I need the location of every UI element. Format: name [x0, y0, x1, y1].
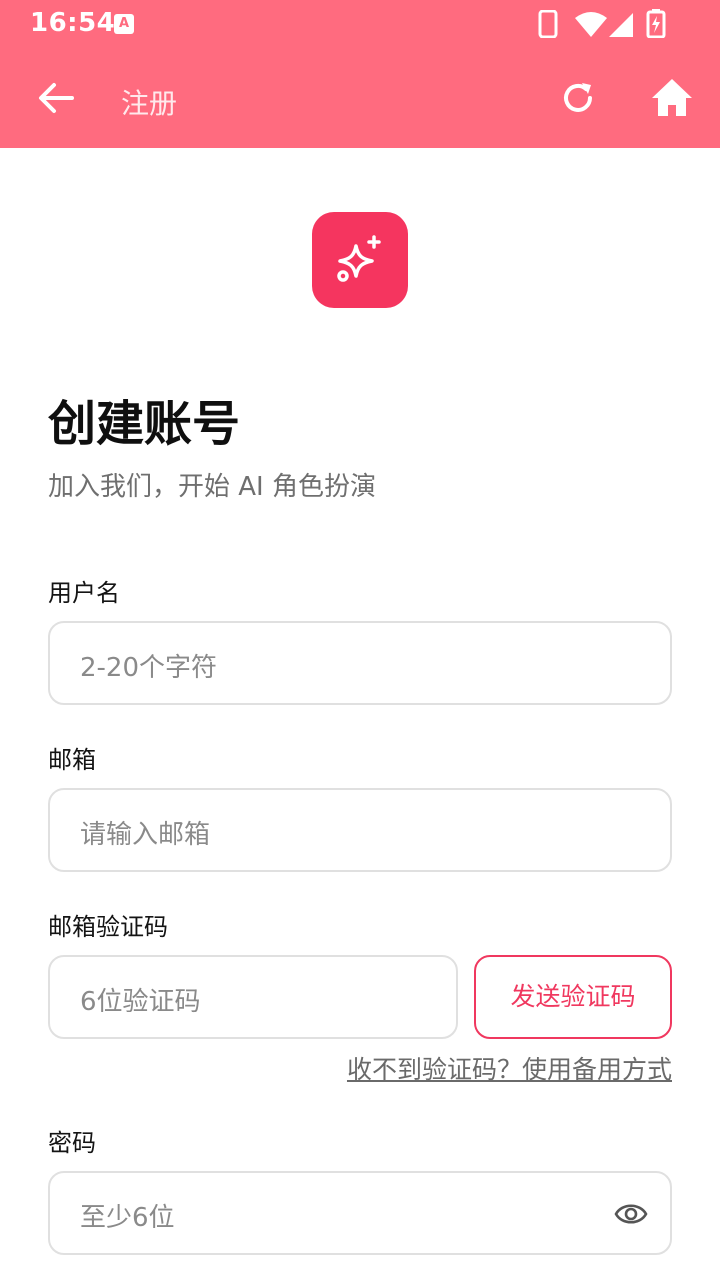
- email-placeholder: 请输入邮箱: [80, 820, 211, 850]
- email-label: 邮箱: [48, 746, 96, 774]
- username-label: 用户名: [48, 579, 120, 607]
- username-input[interactable]: 2-20个字符: [48, 621, 672, 705]
- app-bar-title: 注册: [121, 87, 178, 120]
- arrow-left-icon[interactable]: [34, 76, 78, 120]
- signal-icon: [609, 13, 633, 37]
- email-input[interactable]: 请输入邮箱: [48, 788, 672, 872]
- phone-icon: [538, 10, 558, 38]
- app-bar: 注册: [0, 48, 720, 148]
- refresh-icon[interactable]: [556, 76, 600, 120]
- app-logo: [312, 212, 408, 308]
- page-subtitle: 加入我们，开始 AI 角色扮演: [48, 472, 376, 502]
- battery-icon: [646, 9, 666, 38]
- sparkle-icon: [337, 235, 381, 282]
- password-label: 密码: [48, 1129, 96, 1157]
- password-placeholder: 至少6位: [80, 1203, 175, 1233]
- app-notification-icon: A: [114, 14, 134, 34]
- home-icon[interactable]: [648, 74, 696, 122]
- wifi-icon: [575, 12, 607, 37]
- eye-icon[interactable]: [614, 1197, 648, 1231]
- status-time: 16:54: [30, 8, 116, 38]
- code-input[interactable]: 6位验证码: [48, 955, 458, 1039]
- fallback-method-link[interactable]: 收不到验证码？使用备用方式: [347, 1050, 672, 1086]
- code-placeholder: 6位验证码: [80, 987, 201, 1017]
- password-input[interactable]: 至少6位: [48, 1171, 672, 1255]
- username-placeholder: 2-20个字符: [80, 653, 218, 683]
- status-bar: 16:54 A: [0, 0, 720, 48]
- send-code-button[interactable]: 发送验证码: [474, 955, 672, 1039]
- code-label: 邮箱验证码: [48, 913, 168, 941]
- page-title: 创建账号: [48, 396, 241, 452]
